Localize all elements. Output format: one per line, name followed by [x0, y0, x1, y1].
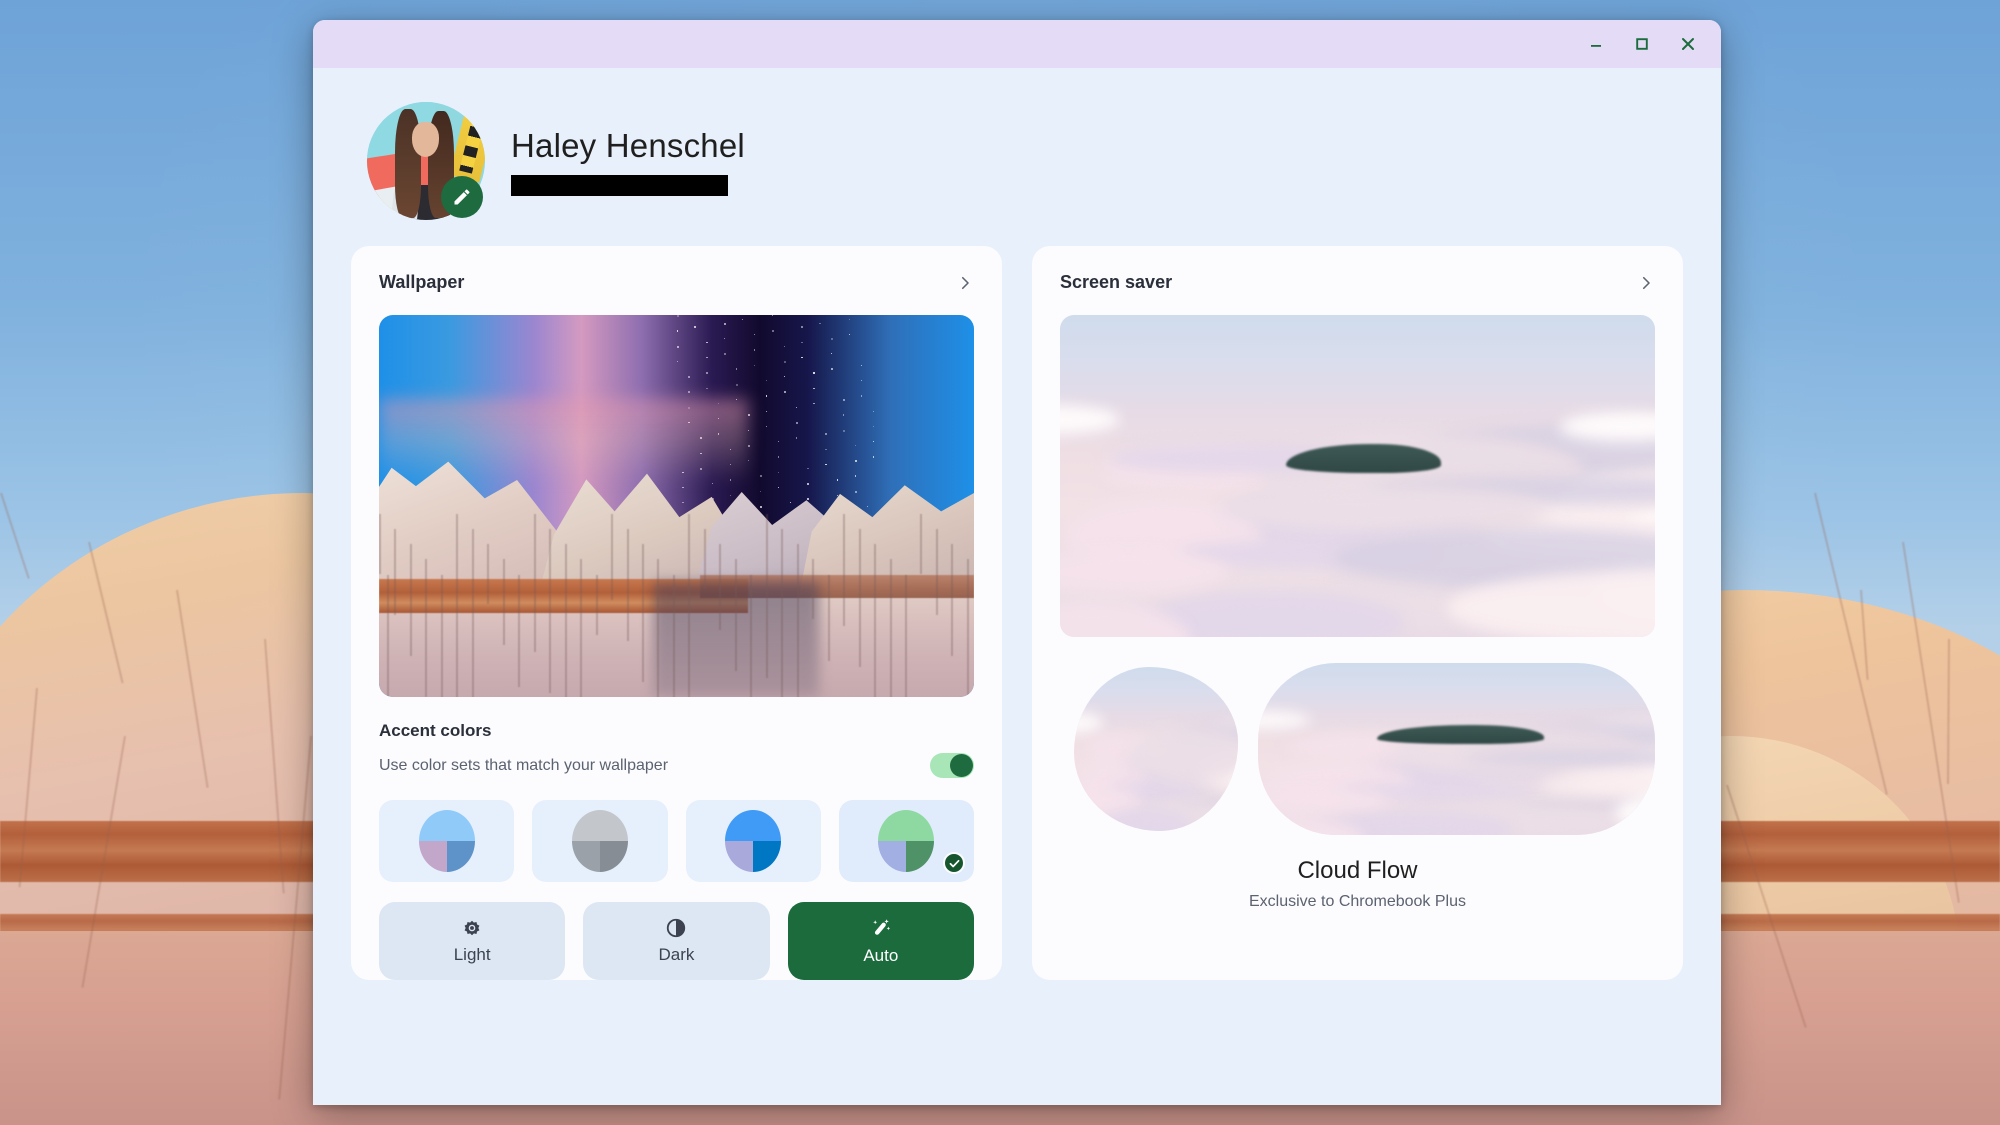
window-controls	[1573, 24, 1711, 64]
edit-avatar-button[interactable]	[441, 176, 483, 218]
screensaver-thumbnails	[1060, 637, 1655, 835]
swatch-selected-check-icon	[943, 852, 965, 874]
thumbnail-cloud-blob[interactable]	[1074, 667, 1238, 831]
screensaver-card-header[interactable]: Screen saver	[1060, 272, 1655, 315]
avatar-container	[367, 102, 485, 220]
swatch-pie	[878, 810, 935, 872]
accent-color-swatches	[379, 778, 974, 882]
screensaver-card: Screen saver Cloud Flow Exclusive to Chr…	[1032, 246, 1683, 980]
swatch-vivid-blue[interactable]	[685, 800, 821, 882]
wallpaper-preview-image[interactable]	[379, 315, 974, 697]
swatch-pie	[418, 810, 475, 872]
swatch-green[interactable]	[838, 800, 974, 882]
toggle-knob	[950, 754, 973, 777]
personalization-settings-window: Haley Henschel Wallpaper Accent colors U…	[313, 20, 1721, 1105]
profile-name: Haley Henschel	[511, 126, 745, 164]
mode-light-button[interactable]: Light	[379, 902, 566, 980]
accent-colors-title: Accent colors	[379, 721, 492, 740]
accent-colors-toggle[interactable]	[930, 753, 974, 778]
mode-light-label: Light	[453, 945, 491, 964]
settings-cards-row: Wallpaper Accent colors Use color sets t…	[351, 246, 1683, 980]
mode-dark-label: Dark	[658, 945, 695, 964]
close-icon	[1682, 38, 1694, 50]
swatch-blue-mauve[interactable]	[379, 800, 515, 882]
accent-colors-toggle-row: Use color sets that match your wallpaper	[379, 741, 974, 778]
profile-email-redacted	[511, 174, 728, 196]
screensaver-preview-image[interactable]	[1060, 315, 1655, 637]
thumbnail-cloud-pill[interactable]	[1258, 663, 1655, 835]
wallpaper-card: Wallpaper Accent colors Use color sets t…	[351, 246, 1002, 980]
profile-name-block: Haley Henschel	[511, 127, 745, 196]
color-mode-buttons: Light Dark Auto	[379, 882, 974, 980]
wallpaper-title: Wallpaper	[379, 272, 465, 292]
sun-icon	[464, 920, 480, 936]
maximize-button[interactable]	[1619, 24, 1665, 64]
close-button[interactable]	[1665, 24, 1711, 64]
maximize-icon	[1636, 38, 1648, 50]
minimize-icon	[1591, 45, 1601, 47]
screensaver-title: Screen saver	[1060, 272, 1173, 292]
contrast-icon	[667, 918, 686, 938]
wallpaper-chevron-right-icon[interactable]	[956, 274, 974, 292]
mode-auto-label: Auto	[863, 946, 899, 965]
mode-auto-button[interactable]: Auto	[787, 902, 974, 980]
screensaver-chevron-right-icon[interactable]	[1637, 274, 1655, 292]
minimize-button[interactable]	[1573, 24, 1619, 64]
screensaver-collection-subtitle: Exclusive to Chromebook Plus	[1249, 893, 1466, 910]
profile-header: Haley Henschel	[351, 68, 1683, 246]
accent-colors-subtitle: Use color sets that match your wallpaper	[379, 756, 669, 774]
window-titlebar	[313, 20, 1721, 68]
swatch-grey[interactable]	[532, 800, 668, 882]
swatch-pie	[725, 810, 782, 872]
magic-wand-icon	[872, 919, 891, 935]
swatch-pie	[571, 810, 628, 872]
mode-dark-button[interactable]: Dark	[583, 902, 770, 980]
pencil-icon	[454, 189, 470, 205]
screensaver-collection-name: Cloud Flow	[1297, 857, 1418, 884]
wallpaper-card-header[interactable]: Wallpaper	[379, 272, 974, 315]
screensaver-caption: Cloud Flow Exclusive to Chromebook Plus	[1060, 835, 1655, 911]
window-body: Haley Henschel Wallpaper Accent colors U…	[313, 68, 1721, 1105]
